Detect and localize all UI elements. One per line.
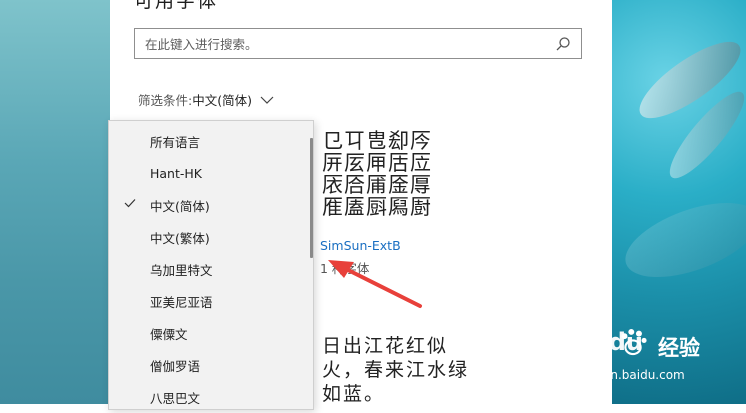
font-sample-text[interactable]: 日出江花红似火，春来江水绿如蓝。 [322, 334, 482, 406]
watermark-brand: Baidu [566, 328, 643, 356]
menu-item-lisu[interactable]: 僳僳文 [109, 317, 309, 349]
menu-item-all-languages[interactable]: 所有语言 [109, 125, 309, 157]
search-icon[interactable] [555, 36, 571, 52]
menu-item-phags-pa[interactable]: 八思巴文 [109, 381, 309, 413]
menu-item-chinese-simplified[interactable]: 中文(简体) [109, 189, 309, 221]
menu-item-label: 中文(简体) [150, 198, 210, 214]
checkmark-icon [124, 199, 136, 208]
menu-item-label: 僧伽罗语 [150, 358, 201, 374]
menu-item-chinese-traditional[interactable]: 中文(繁体) [109, 221, 309, 253]
watermark-product: 经验 [658, 336, 700, 360]
preview-line: 㕃㕄㕅㕆㕇 [322, 151, 432, 175]
watermark-url: jingyan.baidu.com [574, 368, 685, 382]
font-preview-glyphs[interactable]: 㔾㔿㕀㕁㕂 㕃㕄㕅㕆㕇 㕈㕉㕊㕋㕌 㕍㕎㕏㕐㕑 [322, 130, 432, 218]
preview-line: 㕍㕎㕏㕐㕑 [322, 195, 432, 219]
scrollbar[interactable] [310, 138, 313, 258]
menu-item-label: 乌加里特文 [150, 262, 213, 278]
annotation-arrow-icon [328, 260, 422, 308]
preview-line: 㔾㔿㕀㕁㕂 [322, 129, 432, 153]
menu-item-ugaritic[interactable]: 乌加里特文 [109, 253, 309, 285]
baidu-jingyan-watermark: Baidu 经验 jingyan.baidu.com [566, 322, 746, 392]
menu-item-label: Hant-HK [150, 165, 202, 181]
menu-item-armenian[interactable]: 亚美尼亚语 [109, 285, 309, 317]
menu-item-label: 僳僳文 [150, 326, 188, 342]
preview-line: 㕈㕉㕊㕋㕌 [322, 173, 432, 197]
menu-item-label: 中文(繁体) [150, 230, 210, 246]
desktop-wallpaper-left [0, 0, 110, 404]
search-field[interactable] [134, 28, 582, 59]
language-filter-menu: 所有语言 Hant-HK 中文(简体) 中文(繁体) 乌加里特文 亚美尼亚语 僳… [108, 120, 314, 410]
menu-item-sinhala[interactable]: 僧伽罗语 [109, 349, 309, 381]
filter-value[interactable]: 中文(简体) [192, 90, 252, 109]
chevron-down-icon[interactable] [260, 95, 274, 105]
search-input[interactable] [145, 34, 545, 54]
menu-item-label: 所有语言 [150, 134, 201, 150]
filter-label: 筛选条件: [138, 93, 193, 108]
filter-dropdown[interactable]: 筛选条件: 中文(简体) [138, 90, 274, 109]
menu-item-label: 亚美尼亚语 [150, 294, 213, 310]
menu-item-hant-hk[interactable]: Hant-HK [109, 157, 309, 189]
page-title: 可用字体 [134, 0, 219, 12]
